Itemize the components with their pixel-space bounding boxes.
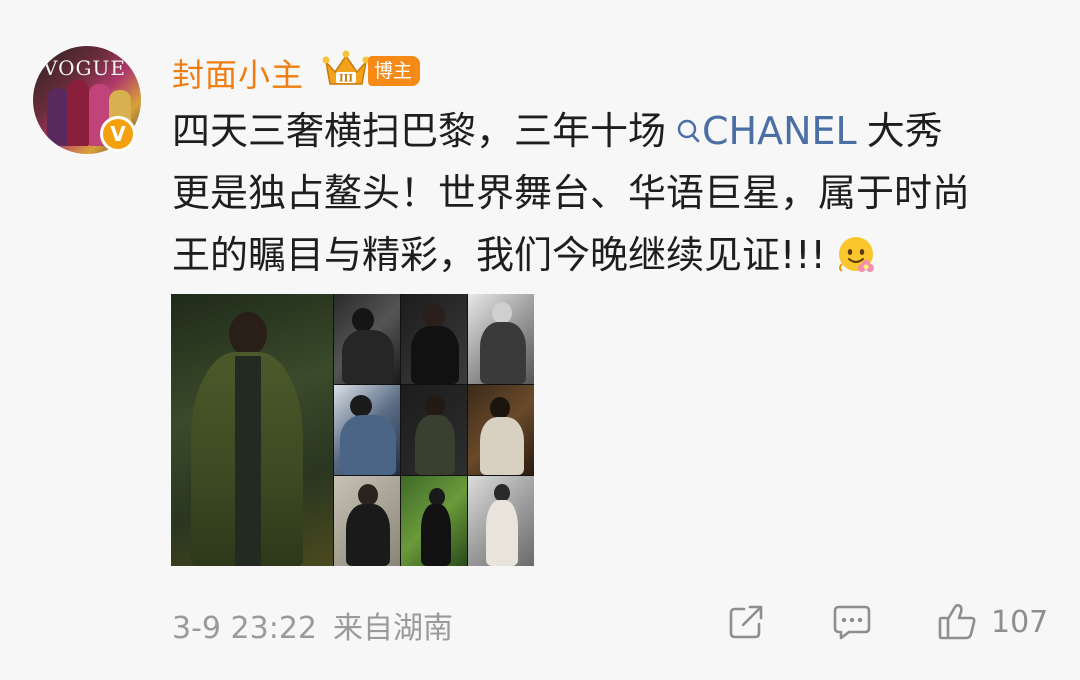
post-source: 来自湖南 <box>333 611 453 646</box>
crown-icon[interactable]: III <box>322 48 370 90</box>
topic-link[interactable]: CHANEL <box>676 109 857 153</box>
thumbs-up-icon <box>938 603 976 640</box>
blogger-badge[interactable]: 博主 <box>368 56 421 86</box>
photo-grid-5[interactable] <box>401 385 467 475</box>
verified-icon: V <box>100 116 136 152</box>
post-meta: 3-9 23:22 来自湖南 <box>172 603 453 647</box>
comment-icon <box>833 605 871 640</box>
share-icon <box>729 605 763 639</box>
photo-grid-2[interactable] <box>401 294 467 384</box>
photo-grid-1[interactable] <box>334 294 400 384</box>
photo-grid-4[interactable] <box>334 385 400 475</box>
share-button[interactable] <box>726 600 766 644</box>
avatar-magazine-title: VOGUE <box>43 56 126 80</box>
photo-grid-3[interactable] <box>468 294 534 384</box>
topic-label: CHANEL <box>702 109 857 153</box>
post-text-line-1: 四天三奢横扫巴黎，三年十场 CHANEL 大秀 <box>172 100 1052 162</box>
post-text-line-3-text: 王的瞩目与精彩，我们今晚继续见证!!! <box>172 233 826 277</box>
flower-face-emoji <box>838 237 874 272</box>
search-icon <box>677 119 700 143</box>
photo-grid-9[interactable] <box>468 476 534 566</box>
post-text-line-2: 更是独占鳌头！世界舞台、华语巨星，属于时尚 <box>172 171 971 215</box>
photo-gallery[interactable] <box>171 294 534 566</box>
post-text-segment-1: 四天三奢横扫巴黎，三年十场 <box>172 109 667 153</box>
like-button[interactable]: 107 <box>937 600 1048 644</box>
photo-grid-8[interactable] <box>401 476 467 566</box>
photo-grid-6[interactable] <box>468 385 534 475</box>
photo-grid-7[interactable] <box>334 476 400 566</box>
post-timestamp: 3-9 23:22 <box>172 611 317 646</box>
post-text: 四天三奢横扫巴黎，三年十场 CHANEL 大秀 更是独占鳌头！世界舞台、华语巨星，属… <box>172 100 1052 286</box>
comment-button[interactable] <box>831 600 873 644</box>
post-text-segment-2: 大秀 <box>866 109 943 153</box>
photo-main[interactable] <box>171 294 333 566</box>
like-count: 107 <box>991 604 1049 640</box>
weibo-post: VOGUE V 封面小主 III 博主 四天三奢横扫巴黎，三年十场 CHANEL 大… <box>0 0 1080 680</box>
username[interactable]: 封面小主 <box>172 50 304 96</box>
crown-level-label: III <box>339 74 353 85</box>
post-text-line-3: 王的瞩目与精彩，我们今晚继续见证!!! <box>172 224 1052 286</box>
